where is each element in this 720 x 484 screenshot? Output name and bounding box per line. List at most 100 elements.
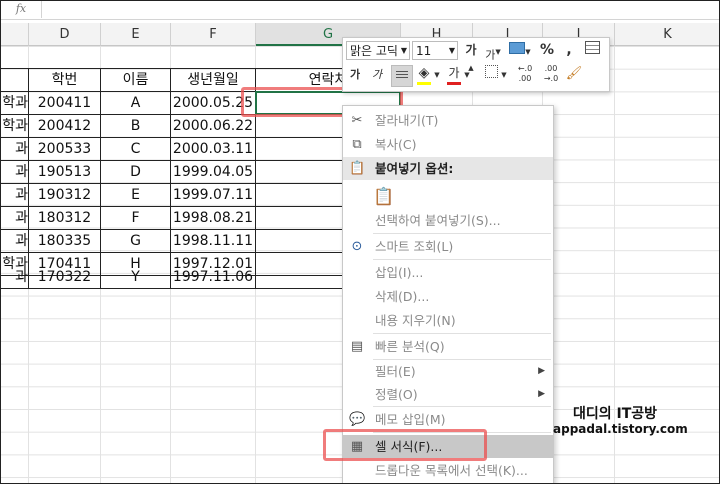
col-header-F[interactable]: F bbox=[171, 23, 256, 46]
menu-item-label: 내용 지우기(N) bbox=[375, 313, 456, 328]
table-cell-name[interactable]: A bbox=[101, 92, 170, 114]
context-menu: ✂ 잘라내기(T) ⧉ 복사(C) 📋 붙여넣기 옵션: 📋 선택하여 붙여넣기… bbox=[342, 105, 554, 483]
header-cell-id[interactable]: 학번 bbox=[29, 69, 100, 91]
menu-item-pick-from-list[interactable]: 드롭다운 목록에서 선택(K)... bbox=[343, 459, 553, 482]
menu-item-cut[interactable]: ✂ 잘라내기(T) bbox=[343, 109, 553, 132]
menu-item-label: 선택하여 붙여넣기(S)... bbox=[375, 213, 501, 228]
table-cell-dept[interactable]: 과 bbox=[1, 266, 28, 288]
menu-item-smart-lookup[interactable]: ⊙ 스마트 조회(L) bbox=[343, 235, 553, 258]
font-name-value: 맑은 고딕 bbox=[350, 44, 398, 58]
scissors-icon: ✂ bbox=[351, 113, 363, 128]
submenu-arrow-icon: ▶ bbox=[538, 389, 545, 399]
chevron-down-icon[interactable]: ▼ bbox=[463, 66, 471, 84]
table-cell-dob[interactable]: 1998.08.21 bbox=[171, 207, 255, 229]
align-center-button[interactable] bbox=[391, 65, 413, 87]
menu-item-paste-special[interactable]: 선택하여 붙여넣기(S)... bbox=[343, 209, 553, 232]
menu-item-clear-contents[interactable]: 내용 지우기(N) bbox=[343, 309, 553, 332]
fx-icon[interactable]: fx bbox=[1, 1, 42, 18]
col-header-D[interactable]: D bbox=[29, 23, 101, 46]
italic-button[interactable]: 가 bbox=[368, 66, 386, 84]
table-cell-id[interactable]: 200411 bbox=[29, 92, 100, 114]
table-cell-dob[interactable]: 1997.11.06 bbox=[171, 266, 255, 288]
menu-item-copy[interactable]: ⧉ 복사(C) bbox=[343, 133, 553, 156]
table-cell-name[interactable]: B bbox=[101, 115, 170, 137]
table-cell-dept[interactable]: 과 bbox=[1, 161, 28, 183]
increase-decimal-button[interactable]: ←.0 .00 bbox=[513, 64, 537, 84]
col-header-K[interactable]: K bbox=[615, 23, 719, 46]
comment-icon: 💬 bbox=[349, 412, 366, 427]
highlight-format-cells bbox=[323, 429, 487, 461]
paste-icon: 📋 bbox=[373, 187, 395, 207]
table-cell-dob[interactable]: 2000.06.22 bbox=[171, 115, 255, 137]
table-cell-id[interactable]: 190312 bbox=[29, 184, 100, 206]
chevron-down-icon[interactable]: ▼ bbox=[500, 66, 508, 84]
submenu-arrow-icon: ▶ bbox=[538, 366, 545, 376]
table-cell-dept[interactable]: 과 bbox=[1, 230, 28, 252]
menu-item-label: 삭제(D)... bbox=[375, 289, 430, 304]
shrink-font-button[interactable]: 가▼ bbox=[485, 43, 501, 65]
menu-item-quick-analysis[interactable]: ▤ 빠른 분석(Q) bbox=[343, 335, 553, 358]
table-cell-name[interactable]: G bbox=[101, 230, 170, 252]
paste-button[interactable]: 📋 bbox=[343, 182, 553, 210]
accounting-format-button[interactable]: ▼ bbox=[507, 41, 533, 61]
table-cell-name[interactable]: D bbox=[101, 161, 170, 183]
header-cell-name[interactable]: 이름 bbox=[101, 69, 170, 91]
format-table-icon[interactable] bbox=[583, 41, 601, 59]
table-cell-name[interactable]: C bbox=[101, 138, 170, 160]
table-cell-dept[interactable]: 과 bbox=[1, 138, 28, 160]
table-cell-id[interactable]: 180335 bbox=[29, 230, 100, 252]
menu-item-label: 드롭다운 목록에서 선택(K)... bbox=[375, 463, 528, 478]
menu-item-insert-comment[interactable]: 💬 메모 삽입(M) bbox=[343, 408, 553, 431]
comma-style-button[interactable]: , bbox=[561, 41, 577, 59]
table-cell-id[interactable]: 180312 bbox=[29, 207, 100, 229]
font-name-box[interactable]: 맑은 고딕 ▼ bbox=[346, 41, 410, 60]
menu-separator bbox=[373, 333, 551, 334]
table-cell-name[interactable]: Y bbox=[101, 266, 170, 288]
table-cell-dept[interactable]: 과 bbox=[1, 184, 28, 206]
borders-button[interactable] bbox=[483, 65, 499, 83]
table-cell-dob[interactable]: 2000.03.11 bbox=[171, 138, 255, 160]
decrease-decimal-button[interactable]: .00 →.0 bbox=[539, 64, 563, 84]
chevron-down-icon[interactable]: ▼ bbox=[433, 66, 441, 84]
table-cell-dob[interactable]: 1998.11.11 bbox=[171, 230, 255, 252]
fill-color-button[interactable]: ◈ bbox=[415, 64, 433, 85]
table-cell-dept[interactable]: 학과 bbox=[1, 115, 28, 137]
table-cell-id[interactable]: 190513 bbox=[29, 161, 100, 183]
mini-toolbar: 맑은 고딕 ▼ 11 ▼ 가▲ 가▼ ▼ % , 가 가 ◈ ▼ 가 ▼ ▼ ←… bbox=[342, 37, 610, 92]
clipboard-icon: 📋 bbox=[349, 161, 366, 176]
table-cell-dept[interactable]: 과 bbox=[1, 207, 28, 229]
table-cell-name[interactable]: F bbox=[101, 207, 170, 229]
menu-item-label: 삽입(I)... bbox=[375, 265, 424, 280]
menu-separator bbox=[373, 259, 551, 260]
col-header-C[interactable] bbox=[1, 23, 29, 46]
menu-item-delete[interactable]: 삭제(D)... bbox=[343, 285, 553, 308]
watermark-url: appadal.tistory.com bbox=[553, 422, 688, 436]
format-painter-icon[interactable]: 🖌 bbox=[565, 65, 583, 83]
table-cell-dob[interactable]: 1999.04.05 bbox=[171, 161, 255, 183]
menu-item-label: 복사(C) bbox=[375, 137, 417, 152]
table-cell-dob[interactable]: 1999.07.11 bbox=[171, 184, 255, 206]
table-cell-name[interactable]: E bbox=[101, 184, 170, 206]
chevron-down-icon[interactable]: ▼ bbox=[401, 42, 407, 60]
borders-icon bbox=[484, 65, 498, 78]
table-cell-dept[interactable]: 학과 bbox=[1, 92, 28, 114]
font-size-box[interactable]: 11 ▼ bbox=[412, 41, 458, 60]
menu-item-label: 메모 삽입(M) bbox=[375, 412, 446, 427]
chevron-down-icon[interactable]: ▼ bbox=[449, 42, 455, 60]
table-cell-id[interactable]: 170322 bbox=[29, 266, 100, 288]
col-header-E[interactable]: E bbox=[101, 23, 171, 46]
lookup-icon: ⊙ bbox=[351, 239, 363, 254]
paint-bucket-icon: ◈ bbox=[418, 65, 430, 81]
menu-section-label: 붙여넣기 옵션: bbox=[375, 161, 454, 176]
formula-bar[interactable]: fx bbox=[1, 1, 719, 20]
bold-button[interactable]: 가 bbox=[346, 66, 364, 84]
menu-item-insert[interactable]: 삽입(I)... bbox=[343, 261, 553, 284]
quick-analysis-icon: ▤ bbox=[350, 339, 364, 354]
menu-item-label: 필터(E) bbox=[375, 364, 416, 379]
table-cell-id[interactable]: 200533 bbox=[29, 138, 100, 160]
menu-item-sort[interactable]: 정렬(O) ▶ bbox=[343, 383, 553, 406]
menu-item-filter[interactable]: 필터(E) ▶ bbox=[343, 360, 553, 383]
percent-style-button[interactable]: % bbox=[539, 41, 555, 59]
font-color-button[interactable]: 가 bbox=[445, 64, 463, 85]
table-cell-id[interactable]: 200412 bbox=[29, 115, 100, 137]
